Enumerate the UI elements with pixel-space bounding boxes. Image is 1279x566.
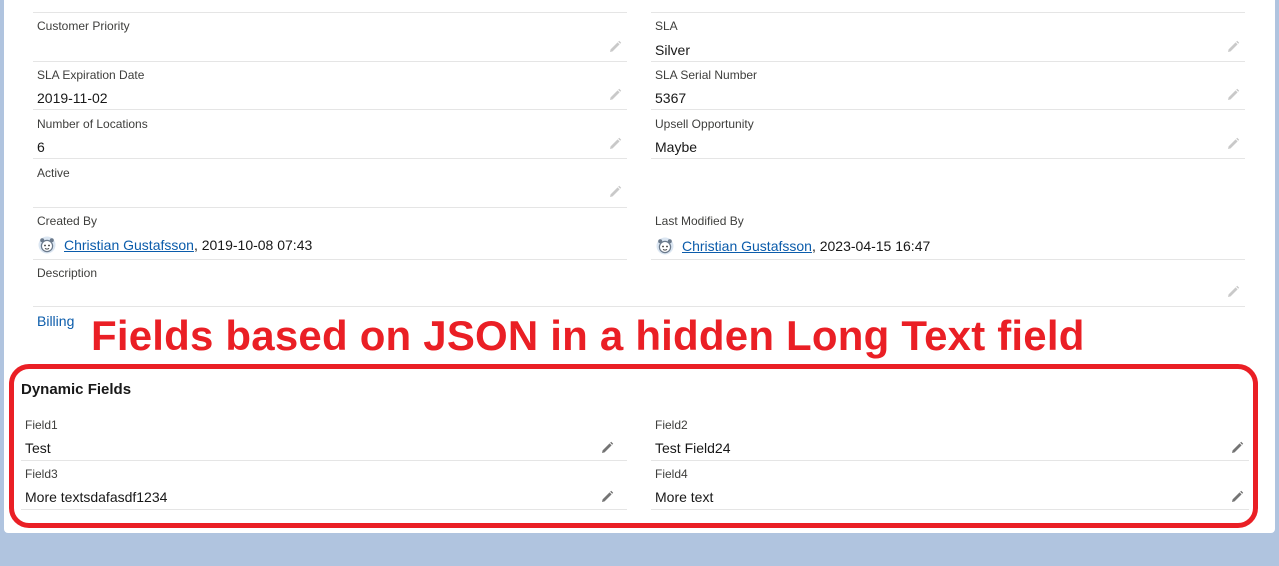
dynamic-field-2: Field2 Test Field24	[651, 412, 1249, 461]
pencil-icon[interactable]	[1226, 137, 1240, 151]
field-label: SLA Expiration Date	[37, 68, 145, 82]
user-avatar-icon	[656, 237, 674, 255]
created-by-date: , 2019-10-08 07:43	[193, 237, 313, 253]
field-value: Maybe	[655, 139, 698, 155]
created-by-user-link[interactable]: Christian Gustafsson	[64, 237, 194, 253]
billing-section-link[interactable]: Billing	[37, 313, 74, 329]
field-label: Field3	[25, 467, 58, 481]
field-description: Description	[33, 260, 1245, 307]
field-sla-serial-number: SLA Serial Number 5367	[651, 61, 1245, 110]
last-modified-by-user: Christian Gustafsson , 2023-04-15 16:47	[656, 237, 930, 255]
field-number-of-locations: Number of Locations 6	[33, 110, 627, 159]
field-value: Silver	[655, 42, 691, 58]
field-value: 6	[37, 139, 45, 155]
pencil-icon[interactable]	[608, 185, 622, 199]
field-label: Description	[37, 266, 98, 280]
pencil-icon[interactable]	[608, 40, 622, 54]
field-label: Upsell Opportunity	[655, 117, 754, 131]
field-created-by: Created By Christian Gustafsson , 2019-1…	[33, 208, 627, 260]
pencil-icon[interactable]	[1226, 88, 1240, 102]
field-label: Field1	[25, 418, 58, 432]
pencil-icon[interactable]	[1226, 40, 1240, 54]
field-label: Active	[37, 166, 70, 180]
dynamic-field-3: Field3 More textsdafasdf1234	[21, 461, 627, 510]
field-label: Field2	[655, 418, 688, 432]
dynamic-fields-title: Dynamic Fields	[21, 381, 132, 398]
pencil-icon[interactable]	[608, 137, 622, 151]
field-label: SLA Serial Number	[655, 68, 758, 82]
pencil-icon[interactable]	[608, 88, 622, 102]
pencil-icon[interactable]	[600, 490, 614, 504]
field-label: Number of Locations	[37, 117, 148, 131]
created-by-user: Christian Gustafsson , 2019-10-08 07:43	[38, 236, 312, 254]
dynamic-field-4: Field4 More text	[651, 461, 1249, 510]
annotation-text: Fields based on JSON in a hidden Long Te…	[91, 312, 1085, 359]
field-last-modified-by: Last Modified By Christian Gustafsson , …	[651, 208, 1245, 260]
field-value: 5367	[655, 90, 687, 106]
pencil-icon[interactable]	[600, 441, 614, 455]
pencil-icon[interactable]	[1230, 490, 1244, 504]
field-sla: SLA Silver	[651, 12, 1245, 62]
field-sla-expiration-date: SLA Expiration Date 2019-11-02	[33, 61, 627, 110]
field-active: Active	[33, 159, 627, 208]
last-modified-by-user-link[interactable]: Christian Gustafsson	[682, 238, 812, 254]
field-label: SLA	[655, 19, 678, 33]
field-customer-priority: Customer Priority	[33, 12, 627, 62]
field-label: Created By	[37, 214, 98, 228]
pencil-icon[interactable]	[1226, 285, 1240, 299]
field-value: More text	[655, 489, 714, 505]
dynamic-field-1: Field1 Test	[21, 412, 627, 461]
field-upsell-opportunity: Upsell Opportunity Maybe	[651, 110, 1245, 159]
field-label: Customer Priority	[37, 19, 130, 33]
field-label: Field4	[655, 467, 688, 481]
field-value: More textsdafasdf1234	[25, 489, 168, 505]
pencil-icon[interactable]	[1230, 441, 1244, 455]
field-label: Last Modified By	[655, 214, 744, 228]
field-value: Test	[25, 440, 51, 456]
field-value: 2019-11-02	[37, 90, 108, 106]
last-modified-by-date: , 2023-04-15 16:47	[811, 238, 931, 254]
user-avatar-icon	[38, 236, 56, 254]
field-value: Test Field24	[655, 440, 731, 456]
